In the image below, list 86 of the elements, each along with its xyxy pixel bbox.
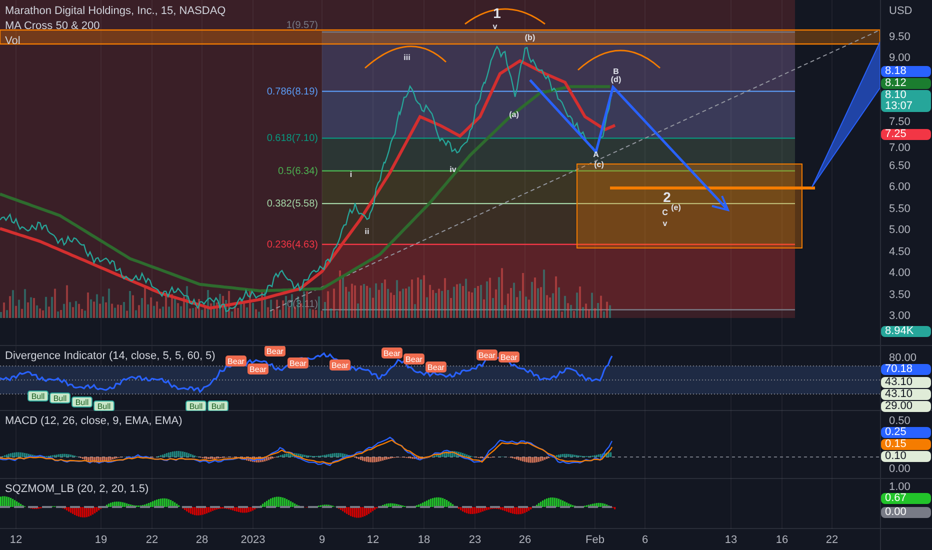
indicator-title: SQZMOM_LB (20, 2, 20, 1.5): [5, 482, 149, 497]
value-tick: 0.50: [889, 415, 910, 427]
price-tick: 4.50: [889, 246, 910, 258]
price-tick: 6.50: [889, 160, 910, 172]
time-tick: 9: [318, 533, 326, 548]
fib-level-label: 0.236(4.63): [266, 239, 318, 250]
bear-marker: Bear: [248, 364, 268, 374]
wave-label: i: [350, 170, 352, 179]
fib-level-label: 1(9.57): [286, 20, 318, 31]
price-tag: 29.00: [881, 401, 931, 412]
value-tick: 1.00: [889, 481, 910, 493]
currency-label: USD: [889, 4, 912, 19]
price-tick: 4.00: [889, 267, 910, 279]
fib-level-label: 0.786(8.19): [266, 86, 318, 98]
indicator-title: Divergence Indicator (14, close, 5, 5, 60, 5): [5, 349, 216, 364]
time-tick: 18: [418, 533, 430, 548]
wave-label: ii: [364, 227, 370, 236]
bull-marker: Bull: [72, 396, 92, 408]
price-tag: 43.10: [881, 389, 931, 400]
price-tag: 0.10: [881, 451, 931, 462]
bull-marker: Bull: [50, 392, 70, 404]
bull-marker: Bull: [208, 400, 228, 411]
bull-marker: Bull: [94, 400, 114, 411]
wave-label: C: [662, 208, 668, 217]
time-tick: 12: [10, 533, 22, 548]
time-tick: 23: [468, 533, 482, 548]
wave-label: v: [662, 219, 668, 228]
wave-label: 2: [663, 189, 671, 205]
price-tag: 7.25: [881, 129, 931, 140]
bear-marker: Bear: [226, 356, 246, 366]
time-tick: 12: [366, 533, 380, 548]
time-tick: 22: [146, 533, 158, 548]
bear-marker: Bear: [330, 360, 350, 370]
bear-marker: Bear: [476, 350, 498, 360]
price-tag: 8.94K: [881, 326, 931, 337]
price-tag: 8.18: [881, 66, 931, 77]
price-tick: 6.00: [889, 181, 910, 193]
price-tick: 7.00: [889, 142, 910, 154]
value-tick: 80.00: [889, 352, 917, 364]
wave-label: B: [613, 67, 619, 76]
price-tick: 5.00: [889, 224, 910, 236]
price-tick: 7.50: [889, 116, 910, 128]
wave-label: A: [593, 150, 599, 159]
time-tick: 28: [196, 533, 208, 548]
time-tick: 26: [518, 533, 532, 548]
time-tick: 19: [94, 533, 108, 548]
price-tag: 0.67: [881, 493, 931, 504]
bear-marker: Bear: [382, 348, 402, 358]
wave-label: v: [492, 22, 498, 31]
wave-label: (d): [610, 75, 622, 84]
price-tag: 70.18: [881, 364, 931, 375]
fib-level-label: 0.618(7.10): [266, 133, 318, 144]
wave-label: (a): [509, 110, 519, 119]
bull-marker: Bull: [186, 400, 206, 411]
symbol-title: Marathon Digital Holdings, Inc., 15, NASDAQ: [5, 4, 226, 19]
time-tick: 22: [826, 533, 838, 548]
price-tick: 5.50: [889, 203, 910, 215]
time-tick: Feb: [586, 533, 604, 548]
price-tick: 3.00: [889, 310, 910, 322]
price-tick: 9.50: [889, 31, 910, 43]
fib-level-label: 0.382(5.58): [266, 198, 318, 210]
time-tick: 16: [776, 533, 788, 548]
bear-marker: Bear: [404, 354, 424, 364]
price-tag: 0.25: [881, 427, 931, 438]
bear-marker: Bear: [264, 346, 286, 356]
wave-label: iii: [404, 53, 410, 62]
bear-marker: Bear: [426, 362, 446, 372]
price-tick: 3.50: [889, 289, 910, 301]
wave-label: (b): [524, 33, 536, 42]
bear-marker: Bear: [498, 352, 520, 362]
price-tag: 0.00: [881, 507, 931, 518]
fib-level-label: 0.5(6.34): [278, 166, 318, 177]
price-tick: 9.00: [889, 52, 910, 64]
bear-marker: Bear: [288, 358, 308, 368]
study-title: MA Cross 50 & 200: [5, 19, 101, 34]
price-tag: 8.10 13:07: [881, 90, 931, 112]
time-tick: 13: [724, 533, 738, 548]
time-tick: 6: [642, 533, 648, 548]
bull-marker: Bull: [28, 390, 48, 402]
indicator-title: MACD (12, 26, close, 9, EMA, EMA): [5, 414, 182, 429]
wave-label: (e): [671, 203, 681, 212]
price-tag: 0.15: [881, 439, 931, 450]
time-tick: 2023: [240, 533, 266, 548]
price-tag: 8.12: [881, 78, 931, 89]
price-tag: 43.10: [881, 377, 931, 388]
value-tick: 0.00: [889, 463, 910, 475]
